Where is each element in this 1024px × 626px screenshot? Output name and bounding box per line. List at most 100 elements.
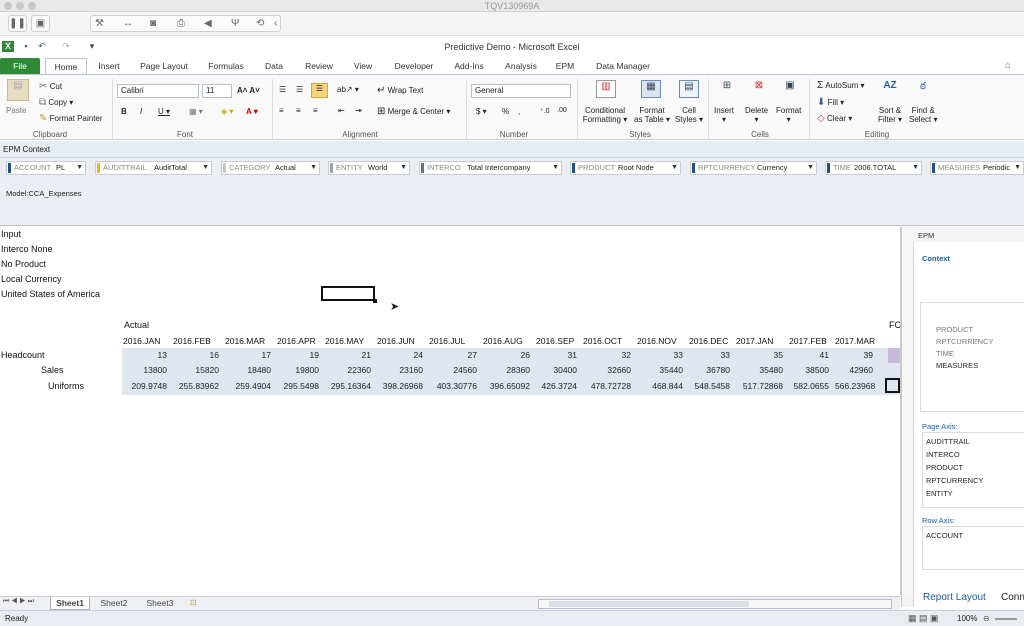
data-cell[interactable]: 15820 <box>173 365 219 375</box>
tab-review[interactable]: Review <box>300 58 338 74</box>
conditional-formatting-button[interactable]: Conditional Formatting ▾ <box>580 106 630 124</box>
period-header[interactable]: 2017.MAR <box>835 336 875 346</box>
tab-data[interactable]: Data <box>260 58 288 74</box>
dim-entity[interactable]: ENTITY World ▼ <box>328 161 410 175</box>
page-axis-item[interactable]: PRODUCT <box>926 463 963 472</box>
period-header[interactable]: 2016.FEB <box>173 336 211 346</box>
chevron-left-icon[interactable]: ‹ <box>274 16 277 31</box>
data-cell[interactable]: 19800 <box>277 365 319 375</box>
data-cell[interactable]: 209.9748 <box>123 381 167 391</box>
font-size-combo[interactable]: 11 <box>202 84 232 98</box>
period-header[interactable]: 2016.DEC <box>689 336 728 346</box>
sheet-tab-3[interactable]: Sheet3 <box>140 597 180 610</box>
dim-measures[interactable]: MEASURES Periodic ▼ <box>930 161 1024 175</box>
borders-icon[interactable]: ▦ ▾ <box>189 107 203 116</box>
align-middle-icon[interactable]: ☰ <box>296 85 303 94</box>
data-cell[interactable]: 13 <box>123 350 167 360</box>
data-cell[interactable]: 13800 <box>123 365 167 375</box>
view-buttons-icon[interactable]: ▦ ▤ ▣ <box>908 613 958 624</box>
data-cell[interactable]: 23160 <box>377 365 423 375</box>
row-label-uniforms[interactable]: Uniforms <box>48 381 84 391</box>
dim-category[interactable]: CATEGORY Actual ▼ <box>221 161 320 175</box>
data-cell[interactable]: 22360 <box>325 365 371 375</box>
printer-icon[interactable]: ⎙ <box>177 16 185 31</box>
data-cell[interactable]: 24 <box>377 350 423 360</box>
forecast-selected-cell[interactable] <box>885 378 900 393</box>
page-axis-item[interactable]: ENTITY <box>926 489 953 498</box>
fill-button[interactable]: ⬇ Fill ▾ <box>817 97 844 108</box>
dim-account[interactable]: ACCOUNT PL ▼ <box>6 161 86 175</box>
zoom-slider[interactable] <box>995 618 1017 620</box>
tab-analysis[interactable]: Analysis <box>500 58 542 74</box>
insert-cells-button[interactable]: Insert ▾ <box>714 106 734 124</box>
conditional-formatting-icon[interactable]: ▥ <box>596 80 616 98</box>
dim-interco[interactable]: INTERCO Total Intercompany ▼ <box>419 161 562 175</box>
data-cell[interactable]: 26 <box>483 350 530 360</box>
data-cell[interactable]: 548.5458 <box>689 381 730 391</box>
resize-icon[interactable]: ↔ <box>123 16 133 31</box>
align-center-icon[interactable]: ≡ <box>296 106 301 115</box>
tab-epm[interactable]: EPM <box>552 58 578 74</box>
copy-button[interactable]: ⧉ Copy ▾ <box>39 97 73 108</box>
paste-button[interactable]: Paste <box>6 106 26 115</box>
binoculars-icon[interactable]: ఠ <box>913 80 933 98</box>
decrease-indent-icon[interactable]: ⇤ <box>338 106 345 115</box>
data-cell[interactable]: 396.65092 <box>483 381 530 391</box>
page-axis-item[interactable]: RPTCURRENCY <box>926 476 984 485</box>
period-header[interactable]: 2016.APR <box>277 336 316 346</box>
data-cell[interactable]: 36780 <box>689 365 730 375</box>
format-as-table-icon[interactable]: ▦ <box>641 80 661 98</box>
period-header[interactable]: 2016.OCT <box>583 336 622 346</box>
data-cell[interactable]: 295.5498 <box>277 381 319 391</box>
data-cell[interactable]: 19 <box>277 350 319 360</box>
data-cell[interactable]: 33 <box>689 350 730 360</box>
worksheet-grid[interactable]: Input Interco None No Product Local Curr… <box>0 227 901 595</box>
minimize-ribbon-icon[interactable]: ⌂ <box>1005 60 1010 70</box>
data-cell[interactable]: 42960 <box>835 365 873 375</box>
data-cell[interactable]: 27 <box>429 350 477 360</box>
data-cell[interactable]: 426.3724 <box>536 381 577 391</box>
data-cell[interactable]: 30400 <box>536 365 577 375</box>
tab-view[interactable]: View <box>349 58 377 74</box>
data-cell[interactable]: 38500 <box>789 365 829 375</box>
format-cells-button[interactable]: Format ▾ <box>776 106 801 124</box>
data-cell[interactable]: 18480 <box>225 365 271 375</box>
page-axis-item[interactable]: AUDITTRAIL <box>926 437 970 446</box>
fill-color-icon[interactable]: ◈ ▾ <box>221 107 233 116</box>
sheet-nav-icon[interactable]: ⏮ ◀ ▶ ⏭ <box>3 598 34 606</box>
tab-page-layout[interactable]: Page Layout <box>136 58 192 74</box>
tab-file[interactable]: File <box>0 58 40 74</box>
new-sheet-icon[interactable]: ⊡ <box>190 598 197 607</box>
period-header[interactable]: 2016.AUG <box>483 336 523 346</box>
currency-button[interactable]: $ ▾ <box>476 107 487 116</box>
dim-audittrail[interactable]: AUDITTRAIL AuditTotal ▼ <box>95 161 212 175</box>
data-cell[interactable]: 468.844 <box>637 381 683 391</box>
data-cell[interactable]: 35480 <box>736 365 783 375</box>
row-label-sales[interactable]: Sales <box>41 365 64 375</box>
fill-handle[interactable] <box>373 299 377 303</box>
dim-time[interactable]: TIME 2006.TOTAL ▼ <box>825 161 922 175</box>
comma-style-icon[interactable]: , <box>518 107 520 116</box>
dim-rptcurrency[interactable]: RPTCURRENCY Currency ▼ <box>690 161 817 175</box>
data-cell[interactable]: 33 <box>637 350 683 360</box>
pause-icon[interactable]: ❚❚ <box>8 15 27 32</box>
connections-tab[interactable]: Conn <box>1001 592 1024 603</box>
align-right-icon[interactable]: ≡ <box>313 106 318 115</box>
page-axis-item[interactable]: INTERCO <box>926 450 960 459</box>
period-header[interactable]: 2016.NOV <box>637 336 677 346</box>
data-cell[interactable]: 32 <box>583 350 631 360</box>
align-bottom-icon[interactable]: ☰ <box>311 83 328 98</box>
cell-styles-icon[interactable]: ▤ <box>679 80 699 98</box>
sort-filter-button[interactable]: Sort & Filter ▾ <box>878 106 902 124</box>
sort-filter-icon[interactable]: AZ <box>880 80 900 98</box>
sheet-tab-1[interactable]: Sheet1 <box>50 597 90 610</box>
data-cell[interactable]: 566.23968 <box>835 381 875 391</box>
data-cell[interactable]: 295.16364 <box>325 381 371 391</box>
data-cell[interactable]: 35440 <box>637 365 683 375</box>
tab-developer[interactable]: Developer <box>389 58 439 74</box>
refresh-icon[interactable]: ⟲ <box>256 16 264 31</box>
merge-center-button[interactable]: ⊞ Merge & Center ▾ <box>377 106 450 117</box>
period-header[interactable]: 2016.JAN <box>123 336 160 346</box>
data-cell[interactable]: 35 <box>736 350 783 360</box>
page-axis-cell[interactable]: Input <box>1 229 21 239</box>
